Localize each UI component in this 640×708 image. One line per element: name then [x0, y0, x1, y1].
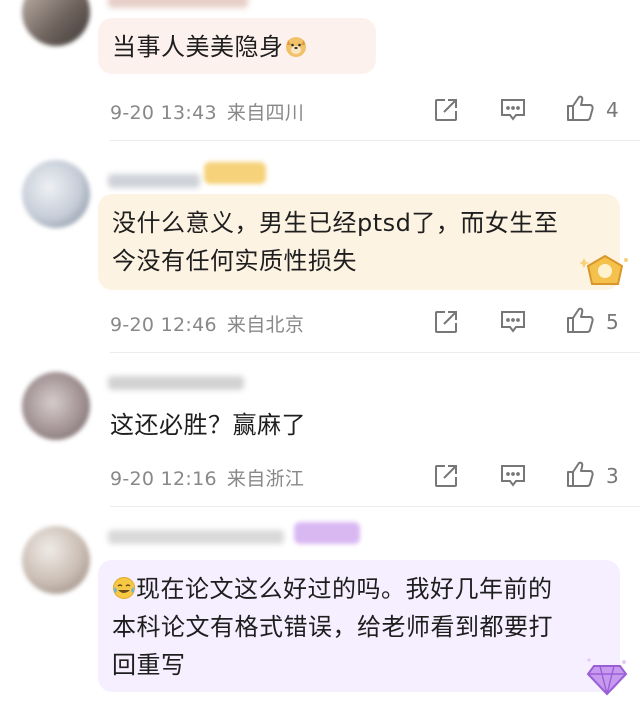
comment-text: 这还必胜？赢麻了 — [110, 411, 306, 439]
comment-text: 当事人美美隐身 — [112, 33, 284, 61]
comment-time: 9-20 12:46 — [110, 314, 217, 336]
comment-meta: 9-20 12:46 来自北京 — [110, 310, 304, 337]
share-icon — [435, 311, 457, 333]
user-avatar[interactable] — [22, 0, 90, 46]
thumbs-up-icon — [567, 461, 594, 487]
reply-button[interactable] — [497, 460, 529, 492]
comment-item-1: 当事人美美隐身 9-20 13:43 来自四川 4 — [0, 0, 640, 145]
doge-emoji — [284, 34, 308, 58]
comment-icon — [501, 465, 525, 487]
comment-bubble: 现在论文这么好过的吗。我好几年前的 本科论文有格式错误，给老师看到都要打 回重写 — [98, 560, 620, 692]
comment-location: 来自浙江 — [226, 468, 305, 490]
share-button[interactable] — [430, 306, 462, 338]
like-button[interactable] — [564, 304, 596, 336]
purple-diamond-decoration — [586, 658, 628, 696]
username-redacted[interactable] — [108, 376, 244, 390]
comment-item-3: 这还必胜？赢麻了 9-20 12:16 来自浙江 3 — [0, 352, 640, 512]
comment-bubble: 没什么意义，男生已经ptsd了，而女生至 今没有任何实质性损失 — [98, 194, 620, 290]
username-redacted[interactable] — [108, 174, 200, 188]
like-button[interactable] — [564, 458, 596, 490]
user-avatar[interactable] — [22, 526, 90, 594]
user-avatar[interactable] — [22, 372, 90, 440]
comment-bubble: 当事人美美隐身 — [98, 18, 376, 74]
share-icon — [435, 465, 457, 487]
gold-badge-decoration — [580, 254, 628, 285]
share-icon — [435, 99, 457, 121]
username-redacted[interactable] — [108, 0, 248, 8]
thumbs-up-icon — [567, 95, 594, 121]
comment-item-2: 没什么意义，男生已经ptsd了，而女生至 今没有任何实质性损失 9-20 12:… — [0, 140, 640, 352]
user-badge-redacted — [294, 522, 360, 544]
reply-button[interactable] — [497, 306, 529, 338]
user-avatar[interactable] — [22, 160, 90, 228]
user-badge-redacted — [204, 162, 266, 184]
comment-icon — [501, 311, 525, 333]
reply-button[interactable] — [497, 94, 529, 126]
thumbs-up-icon — [567, 307, 594, 333]
crying-laughing-emoji — [112, 573, 136, 599]
comment-meta: 9-20 13:43 来自四川 — [110, 98, 304, 125]
comment-time: 9-20 12:16 — [110, 468, 217, 490]
share-button[interactable] — [430, 460, 462, 492]
comment-meta: 9-20 12:16 来自浙江 — [110, 464, 304, 491]
comment-text-content: 现在论文这么好过的吗。我好几年前的 本科论文有格式错误，给老师看到都要打 回重写 — [112, 575, 553, 679]
username-redacted[interactable] — [108, 530, 284, 544]
comment-icon — [501, 99, 525, 121]
comment-text: 现在论文这么好过的吗。我好几年前的 本科论文有格式错误，给老师看到都要打 回重写 — [112, 570, 606, 684]
like-button[interactable] — [564, 92, 596, 124]
like-count: 3 — [606, 464, 619, 488]
like-count: 4 — [606, 98, 619, 122]
comment-location: 来自四川 — [226, 102, 305, 124]
share-button[interactable] — [430, 94, 462, 126]
comment-item-4: 现在论文这么好过的吗。我好几年前的 本科论文有格式错误，给老师看到都要打 回重写 — [0, 506, 640, 708]
comment-time: 9-20 13:43 — [110, 102, 217, 124]
comment-location: 来自北京 — [226, 314, 305, 336]
like-count: 5 — [606, 310, 619, 334]
comment-text: 没什么意义，男生已经ptsd了，而女生至 今没有任何实质性损失 — [112, 209, 559, 275]
